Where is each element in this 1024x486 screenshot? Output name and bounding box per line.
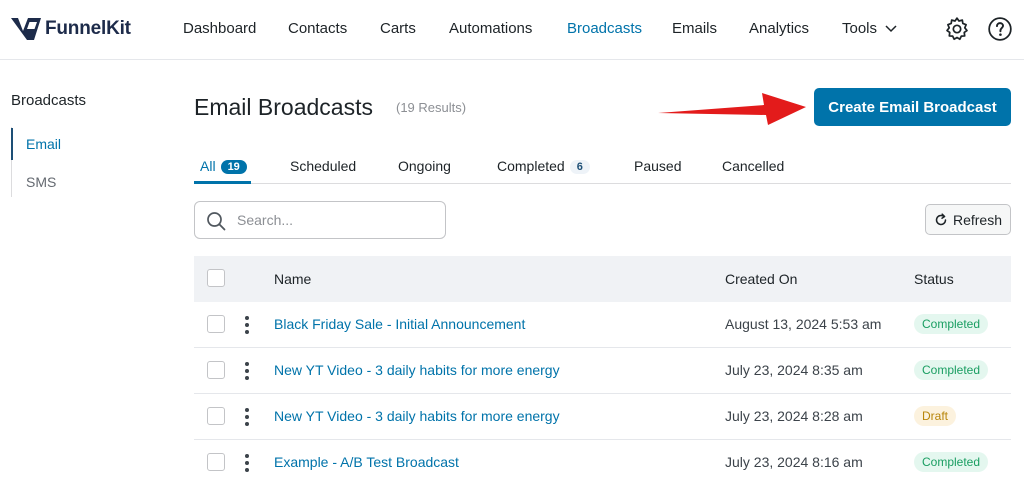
nav-contacts[interactable]: Contacts xyxy=(288,20,347,37)
create-email-broadcast-button[interactable]: Create Email Broadcast xyxy=(814,88,1011,126)
brand-name: FunnelKit xyxy=(45,18,131,39)
broadcast-name-link[interactable]: Example - A/B Test Broadcast xyxy=(274,454,459,470)
status-badge: Completed xyxy=(914,314,989,334)
tab-completed[interactable]: Completed 6 xyxy=(497,158,590,174)
search-box xyxy=(194,201,446,239)
kebab-menu-icon[interactable] xyxy=(245,454,249,472)
kebab-menu-icon[interactable] xyxy=(245,362,249,380)
refresh-icon xyxy=(935,212,947,225)
top-navigation: FunnelKit Dashboard Contacts Carts Autom… xyxy=(0,0,1024,60)
status-badge: Draft xyxy=(914,406,957,426)
table-row: New YT Video - 3 daily habits for more e… xyxy=(194,348,1011,394)
tab-all-label: All xyxy=(200,158,216,174)
sidebar-title: Broadcasts xyxy=(11,92,87,109)
row-checkbox[interactable] xyxy=(207,407,225,425)
created-on: August 13, 2024 5:53 am xyxy=(725,316,882,332)
tab-ongoing[interactable]: Ongoing xyxy=(398,158,451,174)
gear-icon[interactable] xyxy=(944,16,970,42)
column-header-name[interactable]: Name xyxy=(274,271,311,287)
tab-scheduled[interactable]: Scheduled xyxy=(290,158,356,174)
table-row: Example - A/B Test Broadcast July 23, 20… xyxy=(194,440,1011,486)
broadcast-name-link[interactable]: Black Friday Sale - Initial Announcement xyxy=(274,316,525,332)
refresh-label: Refresh xyxy=(952,211,1003,228)
nav-tools-label: Tools xyxy=(842,20,878,37)
nav-broadcasts[interactable]: Broadcasts xyxy=(567,20,642,37)
red-arrow-annotation xyxy=(658,93,806,125)
sidebar: Broadcasts xyxy=(0,61,160,486)
search-input[interactable] xyxy=(237,210,437,230)
created-on: July 23, 2024 8:35 am xyxy=(725,362,863,378)
funnelkit-logo[interactable]: FunnelKit xyxy=(11,16,131,42)
nav-automations[interactable]: Automations xyxy=(449,20,532,37)
nav-analytics[interactable]: Analytics xyxy=(749,20,809,37)
row-checkbox[interactable] xyxy=(207,361,225,379)
row-checkbox[interactable] xyxy=(207,315,225,333)
status-tabs: All 19 Scheduled Ongoing Completed 6 Pause… xyxy=(194,150,1011,184)
tab-paused[interactable]: Paused xyxy=(634,158,681,174)
table-row: Black Friday Sale - Initial Announcement… xyxy=(194,302,1011,348)
nav-carts[interactable]: Carts xyxy=(380,20,416,37)
broadcast-name-link[interactable]: New YT Video - 3 daily habits for more e… xyxy=(274,362,560,378)
help-icon[interactable] xyxy=(987,16,1013,42)
active-tab-indicator xyxy=(194,181,251,184)
status-badge: Completed xyxy=(914,360,989,380)
search-icon xyxy=(207,212,226,231)
results-count: (19 Results) xyxy=(396,100,467,115)
row-checkbox[interactable] xyxy=(207,453,225,471)
kebab-menu-icon[interactable] xyxy=(245,316,249,334)
table-row: New YT Video - 3 daily habits for more e… xyxy=(194,394,1011,440)
broadcast-name-link[interactable]: New YT Video - 3 daily habits for more e… xyxy=(274,408,560,424)
created-on: July 23, 2024 8:16 am xyxy=(725,454,863,470)
tab-completed-count: 6 xyxy=(569,160,590,174)
nav-dashboard[interactable]: Dashboard xyxy=(183,20,256,37)
column-header-created-on[interactable]: Created On xyxy=(725,271,797,287)
chevron-down-icon xyxy=(885,25,897,33)
tab-completed-label: Completed xyxy=(497,158,565,174)
tab-all-count: 19 xyxy=(220,160,247,174)
status-badge: Completed xyxy=(914,452,989,472)
funnelkit-logo-icon xyxy=(11,18,41,40)
column-header-status: Status xyxy=(914,271,954,287)
nav-emails[interactable]: Emails xyxy=(672,20,717,37)
kebab-menu-icon[interactable] xyxy=(245,408,249,426)
sidebar-item-sms[interactable]: SMS xyxy=(11,166,151,198)
page-title: Email Broadcasts xyxy=(194,94,373,120)
tab-cancelled[interactable]: Cancelled xyxy=(722,158,784,174)
sidebar-item-email[interactable]: Email xyxy=(11,128,151,160)
tab-all[interactable]: All 19 xyxy=(200,158,247,174)
table-header: Name Created On Status xyxy=(194,256,1011,302)
created-on: July 23, 2024 8:28 am xyxy=(725,408,863,424)
nav-tools[interactable]: Tools xyxy=(842,20,897,37)
refresh-button[interactable]: Refresh xyxy=(925,204,1011,235)
select-all-checkbox[interactable] xyxy=(207,269,225,287)
